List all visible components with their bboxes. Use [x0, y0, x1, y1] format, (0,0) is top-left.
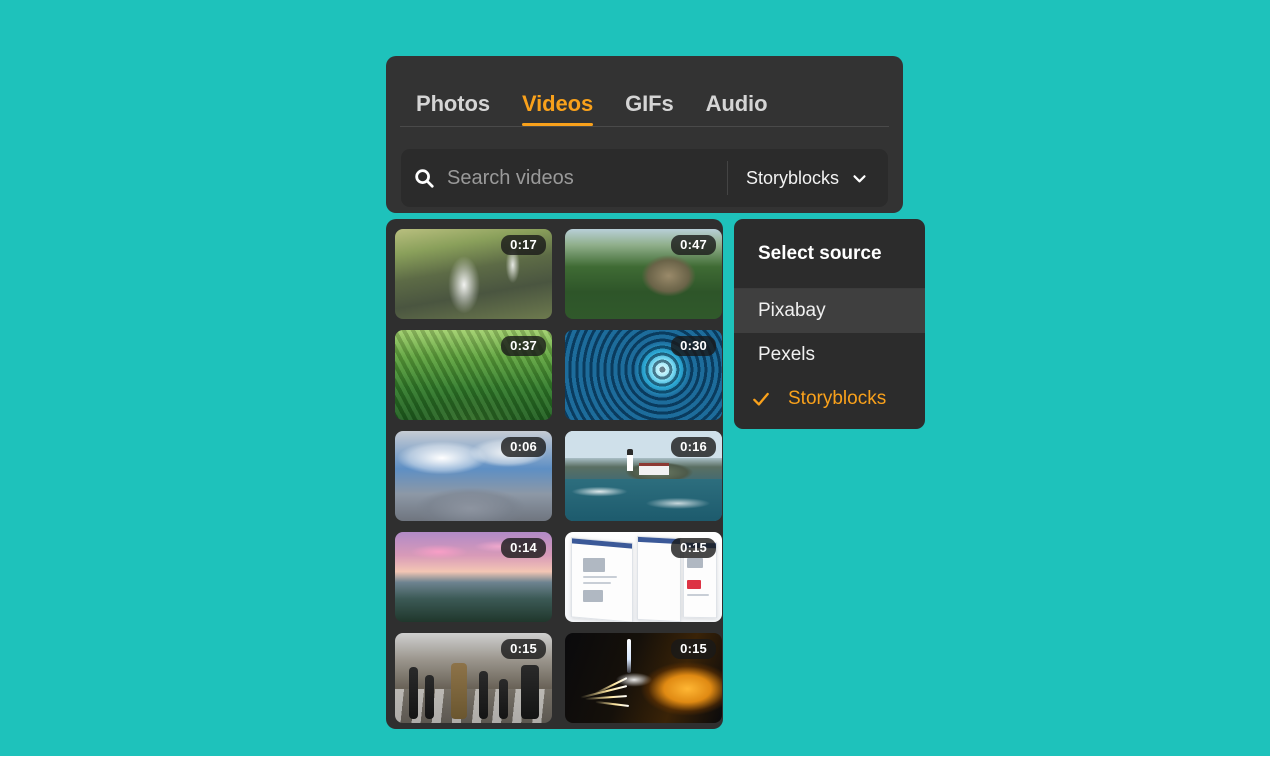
video-thumbnail[interactable]: 0:30	[565, 330, 722, 420]
decor-browser-pane	[571, 537, 633, 622]
source-menu-item-pexels[interactable]: Pexels	[734, 333, 925, 377]
video-results-panel: 0:17 0:47 0:37 0:30 0:06 0:16 0:14 0:15 …	[386, 219, 723, 729]
source-dropdown-menu: Select source Pixabay Pexels Storyblocks	[734, 219, 925, 429]
video-thumbnail[interactable]: 0:17	[395, 229, 552, 319]
video-thumbnail[interactable]: 0:15	[565, 532, 722, 622]
decor-keeper-house	[639, 463, 669, 475]
decor-line	[583, 582, 611, 584]
video-duration-badge: 0:30	[671, 336, 716, 356]
bottom-edge-strip	[0, 756, 1270, 760]
video-duration-badge: 0:17	[501, 235, 546, 255]
video-duration-badge: 0:15	[501, 639, 546, 659]
decor-lighthouse-tower	[627, 449, 633, 471]
source-menu-item-pixabay[interactable]: Pixabay	[734, 289, 925, 333]
source-menu-title: Select source	[734, 219, 925, 289]
decor-line	[583, 576, 617, 578]
video-thumbnail[interactable]: 0:15	[565, 633, 722, 723]
tab-videos-label: Videos	[521, 91, 594, 116]
decor-line	[687, 594, 709, 596]
decor-block	[687, 558, 703, 568]
tab-audio[interactable]: Audio	[690, 68, 784, 126]
video-duration-badge: 0:15	[671, 639, 716, 659]
decor-block	[687, 580, 701, 589]
search-input[interactable]	[447, 149, 727, 207]
video-thumbnail[interactable]: 0:16	[565, 431, 722, 521]
video-duration-badge: 0:16	[671, 437, 716, 457]
video-duration-badge: 0:15	[671, 538, 716, 558]
chevron-down-icon	[851, 170, 868, 187]
decor-leg	[425, 675, 434, 719]
decor-leg	[451, 663, 467, 719]
tab-gifs[interactable]: GIFs	[609, 68, 690, 126]
tab-videos[interactable]: Videos	[506, 68, 609, 126]
video-thumbnail[interactable]: 0:14	[395, 532, 552, 622]
source-menu-item-storyblocks[interactable]: Storyblocks	[734, 377, 925, 421]
tab-gifs-label: GIFs	[625, 91, 674, 116]
decor-leg	[521, 665, 539, 719]
source-menu-item-label: Pixabay	[758, 300, 826, 321]
video-duration-badge: 0:37	[501, 336, 546, 356]
source-dropdown-value: Storyblocks	[745, 167, 839, 188]
source-menu-item-label: Pexels	[758, 344, 816, 365]
video-thumbnail[interactable]: 0:15	[395, 633, 552, 723]
decor-light-streak	[595, 700, 630, 707]
video-thumbnail[interactable]: 0:47	[565, 229, 722, 319]
source-menu-item-label: Storyblocks	[788, 388, 887, 409]
tab-audio-label: Audio	[705, 91, 768, 116]
decor-leg	[479, 671, 488, 719]
source-dropdown-trigger[interactable]: Storyblocks	[728, 149, 888, 207]
tab-bar-divider	[400, 126, 889, 127]
decor-leg	[499, 679, 508, 719]
video-thumbnail[interactable]: 0:06	[395, 431, 552, 521]
decor-surf	[565, 479, 722, 521]
decor-space-needle	[627, 639, 631, 673]
tab-photos[interactable]: Photos	[400, 68, 506, 126]
tab-photos-label: Photos	[416, 91, 490, 116]
search-bar: Storyblocks	[401, 149, 888, 207]
video-thumbnail[interactable]: 0:37	[395, 330, 552, 420]
video-duration-badge: 0:47	[671, 235, 716, 255]
decor-block	[583, 590, 603, 602]
video-results-grid: 0:17 0:47 0:37 0:30 0:06 0:16 0:14 0:15 …	[395, 229, 722, 723]
video-duration-badge: 0:14	[501, 538, 546, 558]
video-duration-badge: 0:06	[501, 437, 546, 457]
search-icon	[401, 167, 447, 189]
check-icon	[734, 389, 788, 409]
decor-block	[583, 558, 605, 572]
tab-bar: Photos Videos GIFs Audio	[400, 68, 889, 126]
decor-leg	[409, 667, 418, 719]
